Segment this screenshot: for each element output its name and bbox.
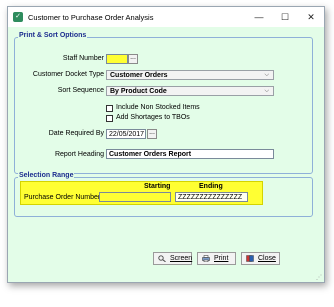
docket-type-value: Customer Orders [110, 72, 168, 79]
screen-button[interactable]: Screen [153, 252, 192, 265]
close-window-button[interactable]: ✕ [300, 10, 322, 24]
sort-sequence-label: Sort Sequence [57, 87, 104, 94]
docket-type-label: Customer Docket Type [32, 71, 104, 78]
date-picker-button[interactable]: ... [147, 129, 157, 139]
staff-number-field[interactable] [106, 54, 128, 64]
po-number-label: Purchase Order Number [24, 194, 101, 201]
date-required-label: Date Required By [48, 130, 104, 137]
magnifier-icon [158, 255, 166, 262]
staff-number-label: Staff Number [62, 55, 104, 62]
print-sort-legend: Print & Sort Options [18, 32, 88, 39]
selection-range-legend: Selection Range [18, 172, 75, 179]
po-ending-field[interactable]: ZZZZZZZZZZZZZZZ [175, 192, 248, 202]
sort-sequence-select[interactable]: By Product Code ⌵ [106, 86, 274, 96]
report-heading-field[interactable]: Customer Orders Report [106, 149, 274, 159]
chevron-down-icon: ⌵ [264, 88, 269, 94]
exit-door-icon [246, 255, 254, 262]
date-required-field[interactable]: 22/05/2017 [106, 129, 146, 139]
add-shortages-checkbox[interactable] [106, 115, 113, 122]
include-non-stocked-checkbox[interactable] [106, 105, 113, 112]
starting-header: Starting [144, 183, 171, 190]
print-button[interactable]: Print [197, 252, 236, 265]
po-starting-field[interactable] [99, 192, 171, 202]
title-bar: ✓ Customer to Purchase Order Analysis — … [8, 7, 324, 27]
staff-number-lookup-button[interactable]: ... [128, 54, 138, 64]
maximize-button[interactable]: ☐ [274, 10, 296, 24]
dialog-window: ✓ Customer to Purchase Order Analysis — … [7, 6, 325, 283]
chevron-down-icon: ⌵ [264, 72, 269, 78]
screen-button-label: Screen [170, 255, 193, 262]
report-heading-label: Report Heading [54, 151, 104, 158]
print-button-label: Print [214, 255, 229, 262]
close-button[interactable]: Close [241, 252, 280, 265]
docket-type-select[interactable]: Customer Orders ⌵ [106, 70, 274, 80]
sort-sequence-value: By Product Code [110, 88, 167, 95]
printer-icon [202, 255, 210, 262]
window-title: Customer to Purchase Order Analysis [28, 13, 154, 22]
resize-grip-icon[interactable]: ⋰ [316, 274, 322, 281]
include-non-stocked-label: Include Non Stocked Items [116, 104, 200, 111]
add-shortages-label: Add Shortages to TBOs [116, 114, 190, 121]
minimize-button[interactable]: — [248, 10, 270, 24]
close-button-label: Close [258, 255, 276, 262]
ending-header: Ending [199, 183, 223, 190]
app-icon: ✓ [13, 12, 23, 22]
